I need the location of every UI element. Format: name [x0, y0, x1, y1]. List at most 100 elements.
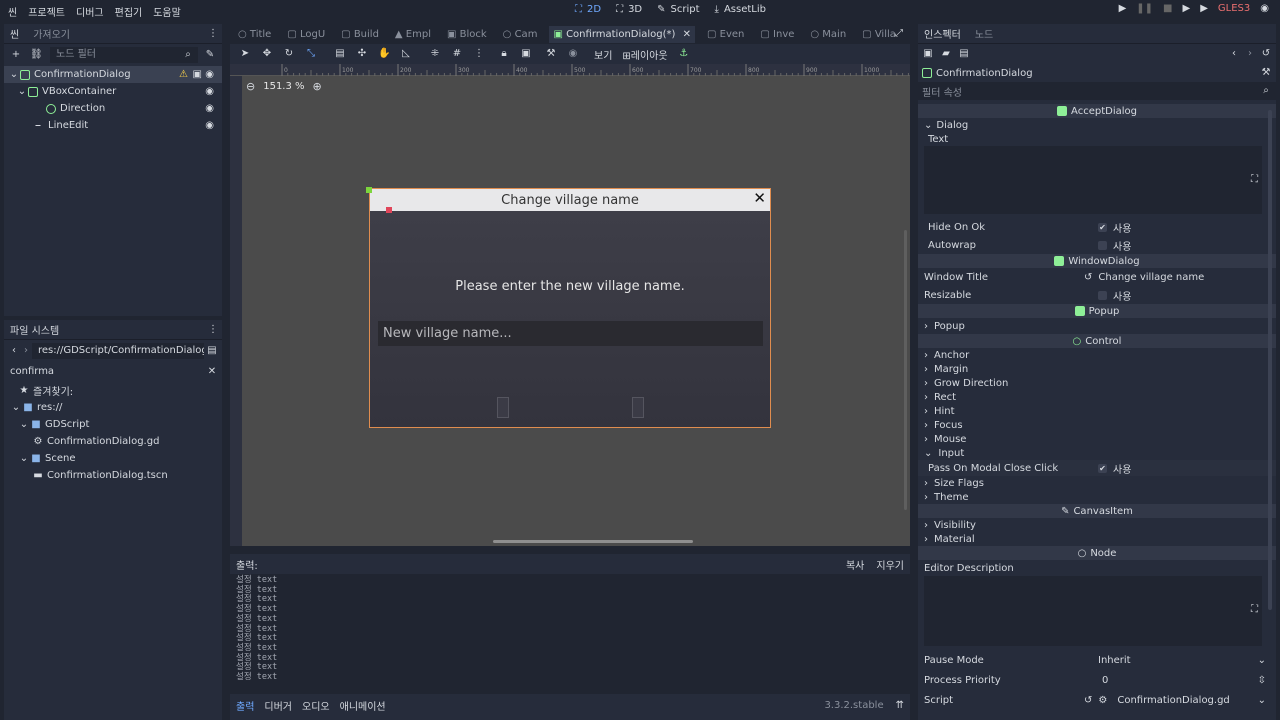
history-forward-icon[interactable]: ›: [1244, 48, 1256, 60]
cancel-button[interactable]: [632, 397, 644, 418]
scene-tab[interactable]: ▢ Villa: [862, 29, 896, 40]
group-popup[interactable]: › Popup: [918, 318, 1276, 334]
anchor-handle[interactable]: [366, 187, 372, 193]
tab-assetlib[interactable]: ⤓ AssetLib: [715, 4, 771, 15]
close-tab-icon[interactable]: ✕: [683, 29, 691, 40]
save-resource-icon[interactable]: ▤: [958, 48, 970, 60]
inspector-group[interactable]: › Material: [918, 532, 1276, 546]
revert-icon[interactable]: ↺: [1084, 695, 1092, 706]
inspector-group[interactable]: › Rect: [918, 390, 1276, 404]
select-tool-icon[interactable]: ➤: [239, 48, 251, 60]
inspector-group[interactable]: › Margin: [918, 362, 1276, 376]
bone-icon[interactable]: ⚒: [545, 48, 557, 60]
grid-snap-icon[interactable]: #: [451, 48, 463, 60]
fs-res-root[interactable]: ⌄ ■ res://: [4, 399, 222, 416]
smart-snap-icon[interactable]: ⁜: [429, 48, 441, 60]
fs-path-input[interactable]: res://GDScript/ConfirmationDialog.gd: [32, 343, 204, 359]
inspector-group[interactable]: › Hint: [918, 404, 1276, 418]
play-scene-icon[interactable]: ▶: [1183, 3, 1191, 14]
checkbox-checked[interactable]: ✔: [1098, 222, 1107, 232]
tab-node[interactable]: 노드: [975, 26, 993, 41]
new-resource-icon[interactable]: ▣: [922, 48, 934, 60]
chevron-down-icon[interactable]: ⌄: [1258, 695, 1266, 706]
viewport-vscrollbar[interactable]: [904, 230, 907, 510]
tab-script[interactable]: ✎ Script: [657, 4, 704, 15]
clear-search-icon[interactable]: ✕: [206, 366, 218, 378]
lock-icon[interactable]: 🔒︎: [498, 48, 510, 60]
dialog-preview[interactable]: Change village name ✕ Please enter the n…: [369, 188, 771, 428]
menu-item[interactable]: 편집기: [115, 4, 143, 19]
pivot-tool-icon[interactable]: ✣: [356, 48, 368, 60]
bottom-tab-debugger[interactable]: 디버거: [264, 698, 292, 713]
visibility-eye-icon[interactable]: ◉: [205, 120, 214, 131]
tab-2d[interactable]: ⛶ 2D: [575, 4, 606, 15]
visibility-eye-icon[interactable]: ◉: [205, 86, 214, 97]
add-node-icon[interactable]: +: [10, 49, 22, 61]
visibility-eye-icon[interactable]: ◉: [205, 103, 214, 114]
pause-icon[interactable]: ❚❚: [1136, 3, 1153, 14]
inspector-group[interactable]: › Size Flags: [918, 476, 1276, 490]
forward-arrow-icon[interactable]: ›: [20, 345, 32, 357]
expand-icon[interactable]: ⛶: [1251, 174, 1258, 185]
fullscreen-icon[interactable]: ⤢: [895, 28, 903, 39]
bottom-tab-audio[interactable]: 오디오: [302, 698, 330, 713]
tab-scene[interactable]: 씬: [10, 26, 19, 41]
scene-tab-active[interactable]: ▣ ConfirmationDialog(*) ✕: [549, 25, 696, 43]
script-value[interactable]: ConfirmationDialog.gd: [1117, 695, 1229, 706]
view-menu[interactable]: 보기: [594, 47, 612, 62]
inspector-group[interactable]: › Mouse: [918, 432, 1276, 446]
warning-icon[interactable]: ⚠: [179, 69, 188, 80]
tree-node-lineedit[interactable]: ⎯ LineEdit ◉: [4, 117, 222, 134]
checkbox-unchecked[interactable]: [1098, 240, 1107, 250]
group-icon[interactable]: ▣: [520, 48, 532, 60]
menu-item[interactable]: 프로젝트: [28, 4, 65, 19]
menu-item[interactable]: 씬: [8, 4, 17, 19]
zoom-level[interactable]: 151.3 %: [263, 81, 304, 92]
fs-search-input[interactable]: confirma: [8, 364, 206, 380]
layout-menu[interactable]: ⊞레이아웃: [622, 47, 667, 62]
ruler-tool-icon[interactable]: ◺: [400, 48, 412, 60]
inspector-group[interactable]: ⌄ Input: [918, 446, 1276, 460]
clear-button[interactable]: 지우기: [876, 557, 904, 572]
inspector-group[interactable]: › Grow Direction: [918, 376, 1276, 390]
checkbox-unchecked[interactable]: [1098, 290, 1107, 300]
split-view-icon[interactable]: ▤: [206, 345, 218, 357]
move-tool-icon[interactable]: ✥: [261, 48, 273, 60]
fs-favorites[interactable]: ★ 즐겨찾기:: [4, 382, 222, 399]
spin-arrows-icon[interactable]: ⇳: [1258, 675, 1266, 686]
script-attach-icon[interactable]: ✎: [204, 49, 216, 61]
snap-options-icon[interactable]: ⋮: [473, 48, 485, 60]
tab-3d[interactable]: ⛶ 3D: [616, 4, 647, 15]
anchor-icon[interactable]: ⚓: [678, 48, 690, 60]
object-properties-icon[interactable]: ⚒: [1260, 67, 1272, 79]
fs-file-tscn[interactable]: ▬ ConfirmationDialog.tscn: [4, 467, 222, 484]
list-select-icon[interactable]: ▤: [334, 48, 346, 60]
pan-tool-icon[interactable]: ✋: [378, 48, 390, 60]
visibility-eye-icon[interactable]: ◉: [205, 69, 214, 80]
inspector-group[interactable]: › Theme: [918, 490, 1276, 504]
scene-tab[interactable]: ▣ Block: [447, 29, 487, 40]
group-dialog[interactable]: ⌄ Dialog: [918, 118, 1276, 132]
scale-tool-icon[interactable]: ⤡: [305, 48, 317, 60]
renderer-label[interactable]: GLES3: [1218, 3, 1250, 14]
scene-tab[interactable]: ○ Title: [238, 29, 271, 40]
back-arrow-icon[interactable]: ‹: [8, 345, 20, 357]
inspector-group[interactable]: › Visibility: [918, 518, 1276, 532]
tab-import[interactable]: 가져오기: [33, 26, 70, 41]
dock-menu-icon[interactable]: ⋮: [208, 324, 218, 335]
tree-node-vboxcontainer[interactable]: ⌄ VBoxContainer ◉: [4, 83, 222, 100]
zoom-in-icon[interactable]: ⊕: [313, 80, 322, 93]
history-back-icon[interactable]: ‹: [1228, 48, 1240, 60]
inspector-scrollbar[interactable]: [1268, 110, 1272, 610]
inspector-group[interactable]: › Focus: [918, 418, 1276, 432]
menu-item[interactable]: 디버그: [76, 4, 104, 19]
open-resource-icon[interactable]: ▰: [940, 48, 952, 60]
property-filter-input[interactable]: 필터 속성: [922, 84, 962, 99]
script-icon[interactable]: ▣: [193, 69, 202, 80]
viewport-scrollbar[interactable]: [493, 540, 693, 543]
history-icon[interactable]: ↺: [1260, 48, 1272, 60]
scene-tab[interactable]: ▢ Inve: [760, 29, 794, 40]
pivot-handle[interactable]: [386, 207, 392, 213]
pause-mode-select[interactable]: Inherit: [1098, 655, 1131, 666]
chevron-down-icon[interactable]: ⌄: [1258, 655, 1266, 666]
